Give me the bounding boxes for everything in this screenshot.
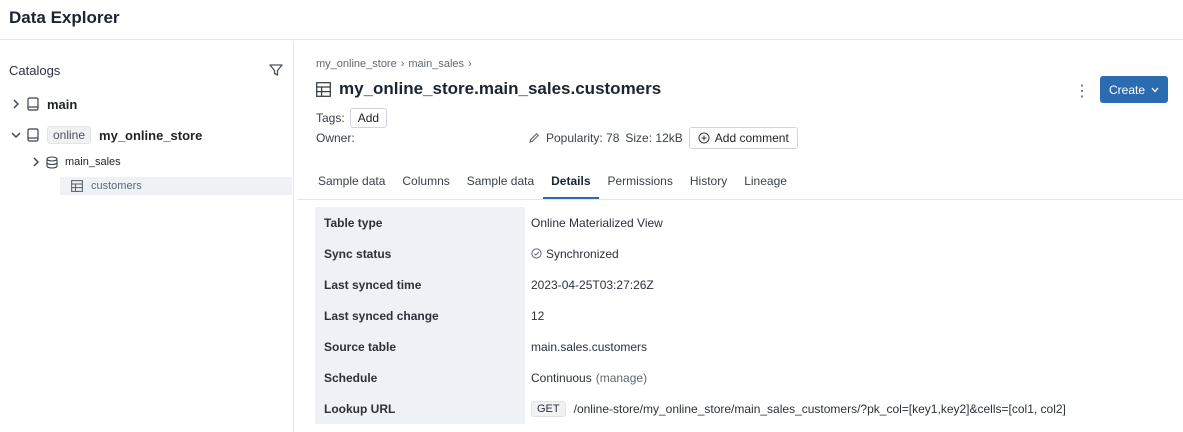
create-button[interactable]: Create [1100, 76, 1168, 103]
breadcrumb-schema[interactable]: main_sales [408, 58, 464, 70]
detail-value: Synchronized [525, 247, 619, 261]
tree-item-my-online-store[interactable]: online my_online_store [9, 124, 202, 146]
detail-key: Last synced change [315, 300, 525, 331]
breadcrumb-catalog[interactable]: my_online_store [316, 58, 397, 70]
breadcrumb-separator: › [400, 58, 405, 70]
tab-bar: Sample data Columns Sample data Details … [316, 174, 796, 199]
tab-lineage[interactable]: Lineage [736, 174, 795, 199]
tags-row: Tags: Add [316, 108, 388, 128]
tree-item-label: customers [91, 180, 142, 192]
main-panel: my_online_store › main_sales › my_online… [295, 41, 1183, 432]
detail-row: Last synced change 12 [315, 300, 1183, 331]
manage-link[interactable]: (manage) [596, 371, 647, 385]
detail-row: Sync status Synchronized [315, 238, 1183, 269]
meta-row: Popularity: 78 Size: 12kB Add comment [528, 127, 798, 149]
detail-key: Last synced time [315, 269, 525, 300]
tabs-divider [297, 199, 1183, 200]
tab-history[interactable]: History [682, 174, 735, 199]
table-type-value: Online Materialized View [531, 215, 663, 230]
detail-value: 2023-04-25T03:27:26Z [525, 278, 654, 292]
tab-permissions[interactable]: Permissions [600, 174, 681, 199]
more-options-icon[interactable]: ⋮ [1074, 81, 1090, 101]
owner-label: Owner: [316, 131, 355, 145]
filter-icon[interactable] [269, 63, 283, 77]
tree-item-main[interactable]: main [9, 93, 77, 115]
tree-item-label: my_online_store [99, 127, 203, 143]
chevron-down-icon [1151, 87, 1159, 92]
details-table: Table type Online Materialized View Sync… [315, 207, 1183, 424]
detail-row: Source table main.sales.customers [315, 331, 1183, 362]
detail-key: Lookup URL [315, 393, 525, 424]
page-title: my_online_store.main_sales.customers [339, 79, 662, 98]
detail-value: Continuous (manage) [525, 371, 647, 385]
table-icon [316, 81, 331, 97]
schedule-value: Continuous [531, 370, 592, 385]
detail-key: Schedule [315, 362, 525, 393]
detail-key: Sync status [315, 238, 525, 269]
detail-key: Table type [315, 207, 525, 238]
detail-key: Source table [315, 331, 525, 362]
detail-row: Last synced time 2023-04-25T03:27:26Z [315, 269, 1183, 300]
detail-value: 12 [525, 309, 544, 323]
tags-label: Tags: [316, 111, 345, 125]
schema-icon [46, 155, 58, 169]
detail-value: Online Materialized View [525, 216, 663, 230]
tree-item-customers[interactable]: customers [60, 177, 292, 195]
lookup-url-value: /online-store/my_online_store/main_sales… [573, 401, 1066, 416]
tab-details[interactable]: Details [543, 174, 599, 199]
online-badge: online [47, 126, 92, 144]
source-table-value: main.sales.customers [531, 339, 648, 354]
chevron-right-icon[interactable] [9, 97, 23, 111]
tree-item-main-sales[interactable]: main_sales [29, 151, 121, 173]
tree-item-label: main [47, 96, 78, 112]
sync-status-value: Synchronized [546, 246, 619, 261]
chevron-down-icon[interactable] [9, 128, 23, 142]
last-synced-time-value: 2023-04-25T03:27:26Z [531, 277, 654, 292]
add-comment-label: Add comment [714, 131, 789, 145]
tab-sample-data[interactable]: Sample data [316, 174, 393, 199]
catalog-icon [27, 128, 39, 142]
detail-row: Table type Online Materialized View [315, 207, 1183, 238]
detail-row: Lookup URL GET /online-store/my_online_s… [315, 393, 1183, 424]
create-button-label: Create [1108, 82, 1146, 97]
pencil-icon[interactable] [528, 132, 540, 144]
table-icon [71, 180, 83, 192]
app-header: Data Explorer [0, 0, 1183, 40]
check-circle-icon [531, 248, 542, 259]
chevron-right-icon[interactable] [29, 155, 43, 169]
breadcrumb: my_online_store › main_sales › [316, 58, 472, 70]
page-title-row: my_online_store.main_sales.customers [316, 79, 661, 99]
size-text: Size: 12kB [625, 131, 683, 145]
detail-row: Schedule Continuous (manage) [315, 362, 1183, 393]
http-method-badge: GET [531, 400, 566, 417]
tab-columns[interactable]: Columns [394, 174, 457, 199]
last-synced-change-value: 12 [531, 308, 545, 323]
tree-item-label: main_sales [65, 156, 121, 168]
detail-value: GET /online-store/my_online_store/main_s… [525, 400, 1066, 417]
add-comment-button[interactable]: Add comment [688, 127, 798, 149]
catalog-icon [27, 97, 39, 111]
detail-value: main.sales.customers [525, 340, 647, 354]
add-tag-button[interactable]: Add [349, 108, 388, 128]
app-title: Data Explorer [9, 8, 120, 27]
plus-circle-icon [698, 132, 710, 144]
popularity-text: Popularity: 78 [546, 131, 620, 145]
tab-sample-data-2[interactable]: Sample data [459, 174, 542, 199]
catalog-sidebar: Catalogs main online my_online_store mai… [0, 41, 294, 432]
breadcrumb-separator: › [468, 58, 472, 70]
catalogs-label: Catalogs [9, 63, 61, 78]
